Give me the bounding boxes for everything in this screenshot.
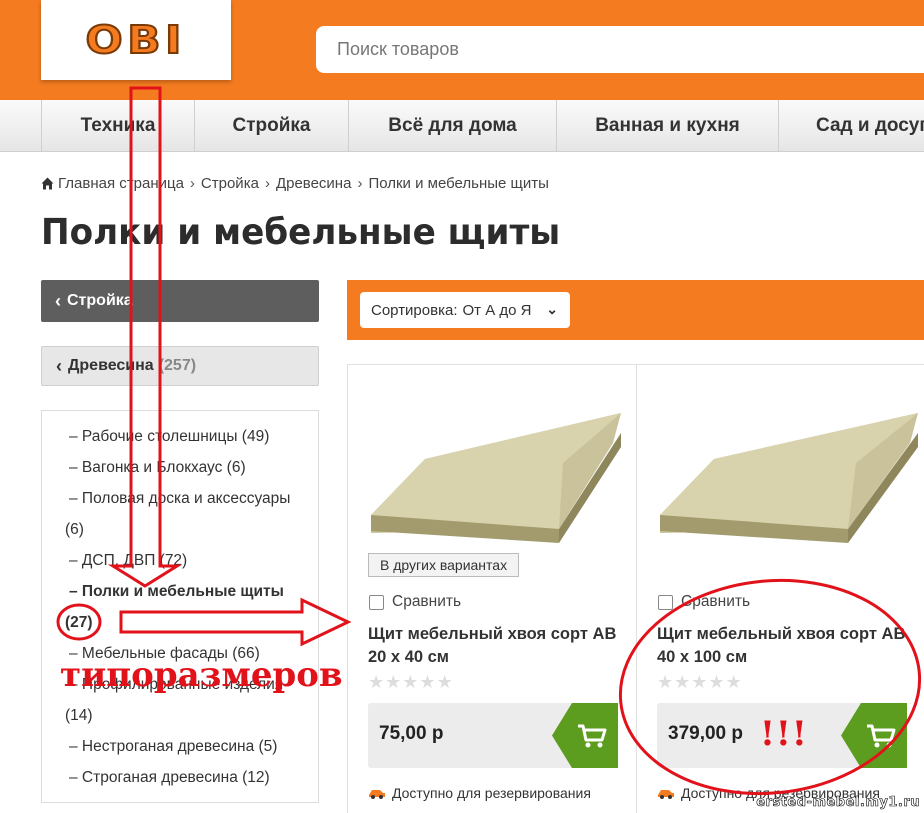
annotation-down-arrow	[107, 86, 183, 588]
annotation-label: типоразмеров	[60, 655, 343, 695]
annotation-right-arrow	[119, 597, 352, 647]
watermark: ersted-mebel.my1.ru	[756, 795, 920, 811]
page: OBI Техника Стройка Всё для дома Ванная …	[0, 0, 924, 813]
annotation-circle-small	[56, 603, 102, 641]
annotation-exclamation: !!!	[760, 714, 808, 754]
annotation-circle-large	[618, 578, 922, 796]
